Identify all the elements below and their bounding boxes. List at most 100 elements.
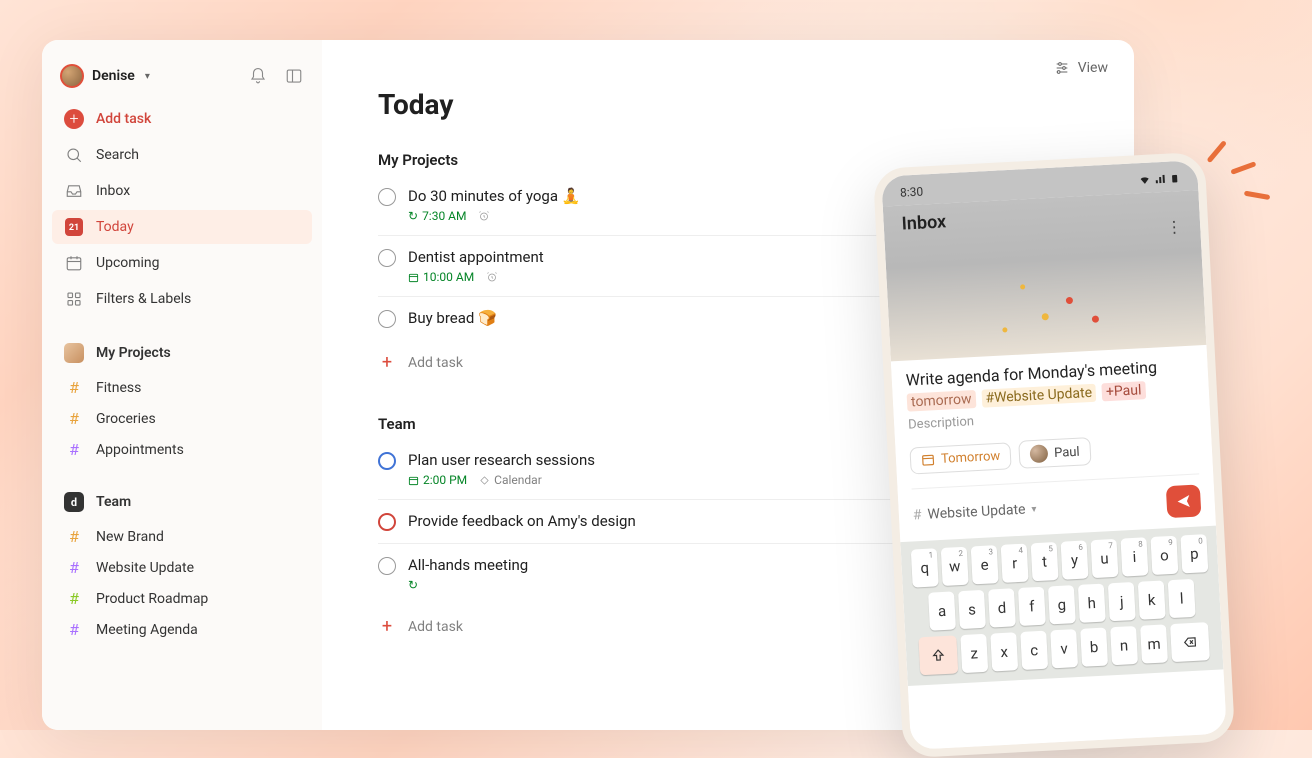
keyboard-key[interactable]: w2 (941, 547, 969, 586)
keyboard-key[interactable]: o9 (1150, 536, 1178, 575)
user-menu[interactable]: Denise ▾ (60, 64, 150, 88)
chevron-down-icon: ▾ (1031, 503, 1037, 514)
keyboard-key[interactable]: f (1018, 587, 1046, 626)
grid-icon (64, 289, 84, 309)
keyboard-key[interactable]: p0 (1180, 534, 1208, 573)
keyboard-key[interactable]: i8 (1120, 537, 1148, 576)
task-time: 10:00 AM (408, 270, 474, 284)
hash-icon: # (64, 378, 84, 397)
sidebar-toggle-icon[interactable] (284, 66, 304, 86)
keyboard-key[interactable]: x (990, 632, 1018, 671)
hash-icon: # (64, 527, 84, 546)
sidebar-section-team[interactable]: d Team (52, 485, 312, 519)
compose-panel: Write agenda for Monday's meeting tomorr… (891, 345, 1227, 750)
task-checkbox[interactable] (378, 452, 396, 470)
keyboard-key[interactable]: m (1140, 624, 1168, 663)
project-label: Product Roadmap (96, 591, 208, 607)
add-task-label: Add task (408, 355, 463, 371)
backspace-key[interactable] (1170, 622, 1210, 662)
section-label: My Projects (96, 345, 171, 361)
keyboard-key[interactable]: v (1050, 629, 1078, 668)
keyboard-key[interactable]: n (1110, 626, 1138, 665)
keyboard-key[interactable]: c (1020, 631, 1048, 670)
project-label: Groceries (96, 411, 156, 427)
keyboard-key[interactable]: y6 (1061, 540, 1089, 579)
search-icon (64, 145, 84, 165)
nav-inbox[interactable]: Inbox (52, 174, 312, 208)
my-projects-icon (64, 343, 84, 363)
task-checkbox[interactable] (378, 310, 396, 328)
hash-icon: # (64, 558, 84, 577)
keyboard-key[interactable]: e3 (971, 545, 999, 584)
keyboard-key[interactable]: k (1138, 580, 1166, 619)
sidebar-section-my-projects[interactable]: My Projects (52, 336, 312, 370)
task-checkbox[interactable] (378, 513, 396, 531)
project-label: Fitness (96, 380, 141, 396)
view-button[interactable]: View (1054, 60, 1108, 76)
tag-project[interactable]: #Website Update (981, 384, 1096, 408)
phone-inbox-title: Inbox (901, 199, 1182, 235)
keyboard-key[interactable]: r4 (1001, 544, 1029, 583)
plus-icon: + (378, 616, 396, 637)
keyboard-key[interactable]: g (1048, 585, 1076, 624)
sidebar-project-item[interactable]: #Meeting Agenda (52, 614, 312, 645)
nav-search[interactable]: Search (52, 138, 312, 172)
keyboard-key[interactable]: u7 (1091, 539, 1119, 578)
nav-filters[interactable]: Filters & Labels (52, 282, 312, 316)
keyboard-key[interactable]: h (1078, 584, 1106, 623)
keyboard-key[interactable]: a (928, 591, 956, 630)
task-checkbox[interactable] (378, 249, 396, 267)
task-checkbox[interactable] (378, 188, 396, 206)
due-date-chip[interactable]: Tomorrow (909, 442, 1012, 474)
sidebar-project-item[interactable]: # Fitness (52, 372, 312, 403)
keyboard-key[interactable]: b (1080, 628, 1108, 667)
avatar (60, 64, 84, 88)
hash-icon: # (913, 507, 922, 523)
assignee-chip[interactable]: Paul (1018, 437, 1091, 469)
tag-assignee[interactable]: +Paul (1102, 381, 1146, 401)
plus-circle-icon: + (64, 109, 84, 129)
sidebar-project-item[interactable]: #Website Update (52, 552, 312, 583)
calendar-icon (921, 452, 936, 467)
project-label: New Brand (96, 529, 164, 545)
task-time: 2:00 PM (408, 473, 467, 487)
confetti-decoration (944, 258, 1148, 348)
hash-icon: # (64, 440, 84, 459)
sidebar: Denise ▾ + Add task Search (42, 40, 322, 730)
shift-key[interactable] (918, 635, 958, 675)
add-task-label: Add task (96, 111, 151, 127)
section-label: Team (96, 494, 131, 510)
task-checkbox[interactable] (378, 557, 396, 575)
keyboard-key[interactable]: d (988, 588, 1016, 627)
kebab-menu-icon[interactable]: ⋮ (1166, 217, 1183, 237)
notifications-icon[interactable] (248, 66, 268, 86)
keyboard-key[interactable]: l (1168, 579, 1196, 618)
phone-header-area: Inbox ⋮ (883, 190, 1207, 361)
add-task-button[interactable]: + Add task (52, 102, 312, 136)
add-task-label: Add task (408, 619, 463, 635)
calendar-tag: Calendar (479, 473, 542, 487)
sidebar-project-item[interactable]: #Groceries (52, 403, 312, 434)
battery-icon (1169, 172, 1180, 185)
project-select[interactable]: # Website Update ▾ (913, 501, 1037, 523)
nav-today[interactable]: 21 Today (52, 210, 312, 244)
keyboard-key[interactable]: t5 (1031, 542, 1059, 581)
sidebar-project-item[interactable]: # Appointments (52, 434, 312, 465)
keyboard-key[interactable]: s (958, 590, 986, 629)
plus-icon: + (378, 352, 396, 373)
send-button[interactable] (1166, 484, 1202, 518)
sidebar-project-item[interactable]: # New Brand (52, 521, 312, 552)
nav-upcoming[interactable]: Upcoming (52, 246, 312, 280)
project-label: Appointments (96, 442, 184, 458)
sidebar-project-item[interactable]: #Product Roadmap (52, 583, 312, 614)
keyboard-key[interactable]: q1 (911, 548, 939, 587)
phone-status-icons (1137, 172, 1180, 186)
keyboard-key[interactable]: j (1108, 582, 1136, 621)
keyboard-key[interactable]: z (960, 634, 988, 673)
sliders-icon (1054, 60, 1070, 76)
tag-tomorrow[interactable]: tomorrow (907, 390, 976, 412)
recurring-icon: ↻ (408, 578, 418, 592)
task-time: ↻ 7:30 AM (408, 209, 466, 223)
inbox-icon (64, 181, 84, 201)
phone-mockup: 8:30 Inbox ⋮ Write agenda for Monday's m… (873, 152, 1235, 758)
